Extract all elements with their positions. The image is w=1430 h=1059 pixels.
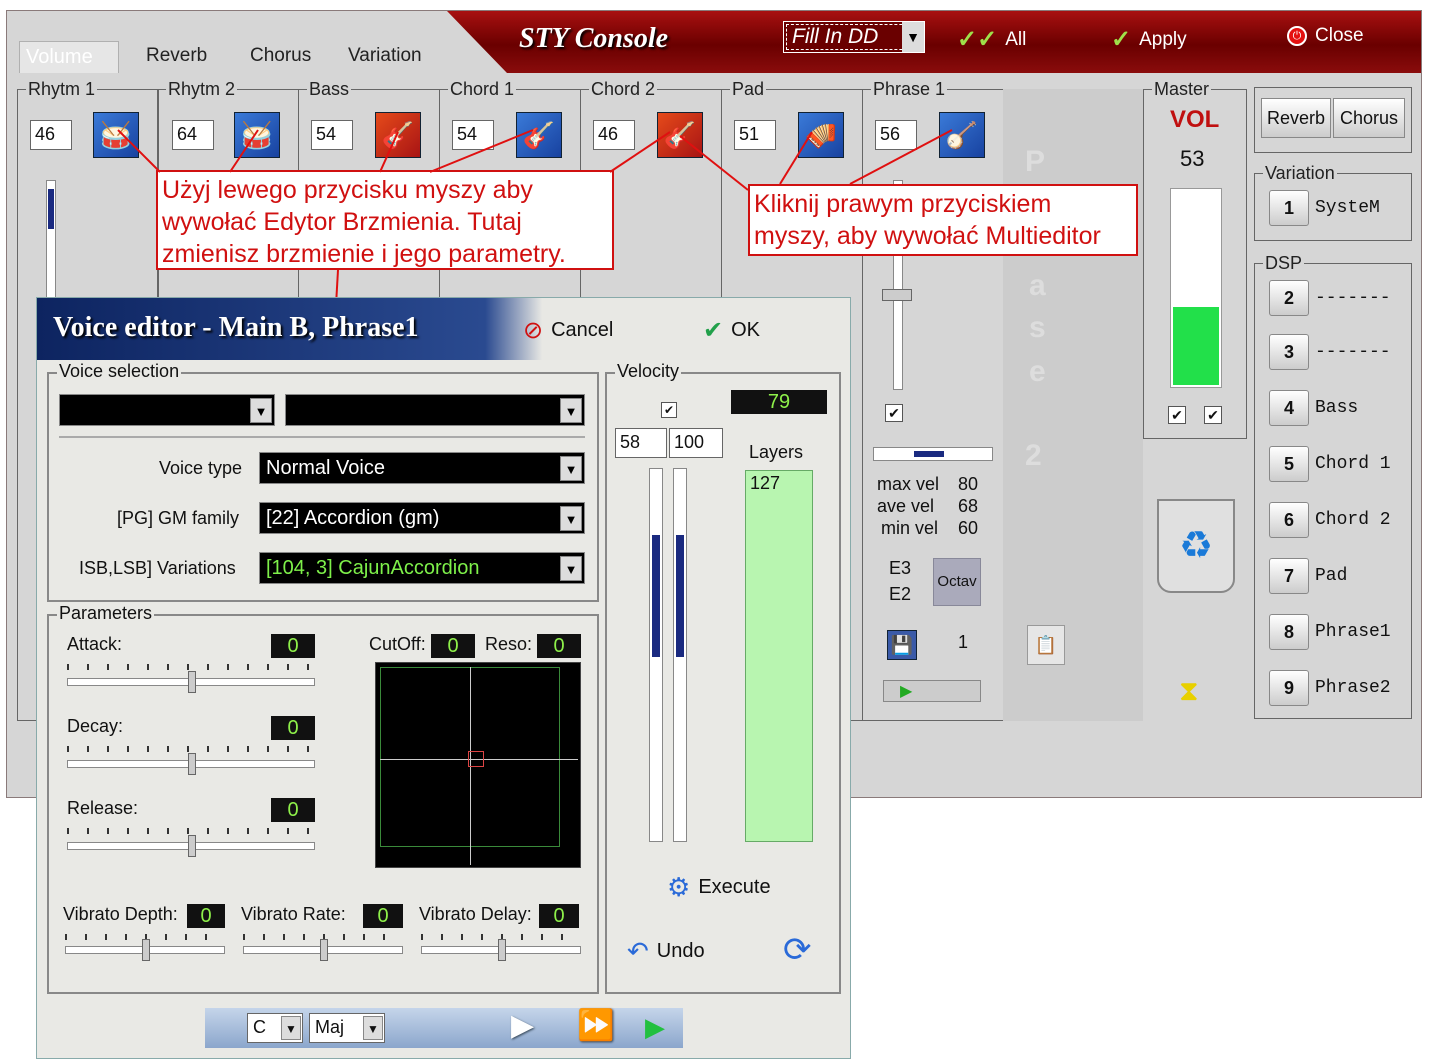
slider-thumb[interactable] [188, 835, 196, 857]
gm-family-value: [22] Accordion (gm) [266, 507, 440, 529]
ok-check-icon: ✔ [703, 317, 724, 344]
slider-thumb[interactable] [320, 939, 328, 961]
layers-list[interactable]: 127 [745, 470, 813, 842]
slider-ticks [67, 664, 315, 670]
key-select[interactable]: C ▼ [247, 1013, 303, 1043]
variations-select[interactable]: [104, 3] CajunAccordion ▼ [259, 552, 585, 584]
vibrato-depth-label: Vibrato Depth: [63, 904, 178, 924]
vel-high-input[interactable]: 100 [669, 428, 723, 458]
vibrato-rate-value: 0 [363, 904, 403, 928]
vibrato-delay-slider[interactable] [421, 939, 581, 961]
slider-thumb[interactable] [498, 939, 506, 961]
layers-label: Layers [749, 442, 804, 462]
undo-label: Undo [656, 940, 705, 962]
vel-high-slider[interactable] [673, 468, 687, 842]
release-value: 0 [271, 798, 315, 822]
attack-label: Attack: [67, 634, 123, 654]
vibrato-delay-label: Vibrato Delay: [419, 904, 532, 924]
attack-slider[interactable] [67, 671, 315, 693]
reso-label: Reso: [485, 634, 533, 654]
release-slider[interactable] [67, 835, 315, 857]
slider-ticks [67, 746, 315, 752]
scale-value: Maj [315, 1017, 345, 1037]
gear-icon: ⚙ [667, 872, 691, 902]
play-icon[interactable]: ▶ [511, 1008, 534, 1043]
vibrato-depth-value: 0 [187, 904, 225, 928]
reso-value: 0 [537, 634, 581, 658]
parameters-label: Parameters [57, 603, 155, 624]
variations-value: [104, 3] CajunAccordion [266, 557, 480, 579]
chevron-down-icon: ▼ [560, 456, 582, 481]
cutoff-label: CutOff: [369, 634, 426, 654]
parameters-frame: Parameters Attack: 0 Decay: 0 Release: 0… [47, 603, 599, 994]
voice-type-value: Normal Voice [266, 457, 385, 479]
velocity-frame: Velocity 79 ✔ 58 100 Layers 127 ⚙ Execute… [605, 361, 841, 994]
decay-label: Decay: [67, 716, 124, 736]
vel-low-slider[interactable] [649, 468, 663, 842]
cancel-button[interactable]: ⊘ Cancel [523, 316, 613, 345]
ok-button[interactable]: ✔ OK [703, 316, 760, 345]
xy-cursor[interactable] [468, 751, 484, 767]
divider [59, 436, 585, 438]
execute-label: Execute [698, 876, 771, 898]
execute-button[interactable]: ⚙ Execute [667, 872, 771, 903]
voice-selection-label: Voice selection [57, 361, 182, 382]
voice-program-select[interactable]: ▼ [285, 394, 585, 426]
ok-label: OK [731, 319, 761, 341]
cancel-label: Cancel [551, 319, 614, 341]
slider-thumb[interactable] [188, 753, 196, 775]
vibrato-rate-slider[interactable] [243, 939, 403, 961]
undo-button[interactable]: ↶ Undo [627, 936, 705, 967]
voice-editor-dialog: Voice editor - Main B, Phrase1 ⊘ Cancel ✔… [36, 297, 851, 1059]
voice-type-label: Voice type [159, 458, 243, 478]
slider-thumb[interactable] [142, 939, 150, 961]
voice-bank-select[interactable]: ▼ [59, 394, 275, 426]
chevron-down-icon: ▼ [560, 556, 582, 581]
gm-family-select[interactable]: [22] Accordion (gm) ▼ [259, 502, 585, 534]
velocity-value: 79 [731, 390, 827, 414]
variations-label: ISB,LSB] Variations [79, 558, 236, 578]
cancel-icon: ⊘ [523, 317, 544, 344]
slider-thumb[interactable] [188, 671, 196, 693]
chevron-down-icon: ▼ [250, 398, 272, 423]
chevron-down-icon: ▼ [560, 398, 582, 423]
voice-type-select[interactable]: Normal Voice ▼ [259, 452, 585, 484]
cutoff-value: 0 [431, 634, 475, 658]
editor-title: Voice editor - Main B, Phrase1 [53, 312, 419, 343]
vel-low-input[interactable]: 58 [615, 428, 667, 458]
chevron-down-icon: ▼ [363, 1016, 383, 1040]
filter-xy-pad[interactable] [375, 662, 581, 868]
decay-value: 0 [271, 716, 315, 740]
vibrato-depth-slider[interactable] [65, 939, 225, 961]
decay-slider[interactable] [67, 753, 315, 775]
play-green-icon[interactable]: ▶ [645, 1012, 665, 1043]
release-label: Release: [67, 798, 139, 818]
velocity-label: Velocity [615, 361, 682, 382]
voice-selection-frame: Voice selection ▼ ▼ Voice type Normal Vo… [47, 361, 599, 602]
fast-forward-icon[interactable]: ⏩ [577, 1008, 614, 1043]
chevron-down-icon: ▼ [281, 1016, 301, 1040]
gm-family-label: [PG] GM family [117, 508, 240, 528]
transport-bar: C ▼ Maj ▼ ▶ ⏩ ▶ [205, 1008, 683, 1048]
key-value: C [253, 1017, 266, 1037]
vibrato-rate-label: Vibrato Rate: [241, 904, 346, 924]
vibrato-delay-value: 0 [539, 904, 579, 928]
attack-value: 0 [271, 634, 315, 658]
velocity-link-checkbox[interactable]: ✔ [661, 402, 677, 418]
chevron-down-icon: ▼ [560, 506, 582, 531]
slider-ticks [67, 828, 315, 834]
scale-select[interactable]: Maj ▼ [309, 1013, 385, 1043]
undo-icon: ↶ [627, 936, 649, 966]
refresh-icon[interactable]: ⟳ [783, 930, 812, 970]
